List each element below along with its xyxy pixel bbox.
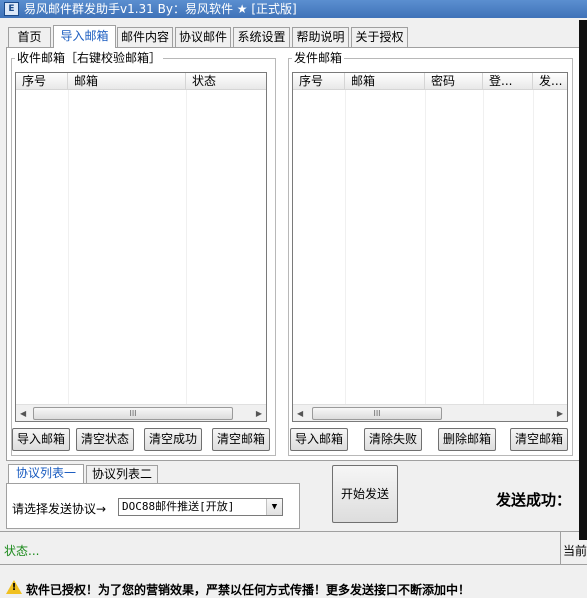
scroll-thumb[interactable]: III — [33, 407, 233, 420]
delete-mailbox-button[interactable]: 删除邮箱 — [438, 428, 496, 451]
clear-send-mailbox-button[interactable]: 清空邮箱 — [510, 428, 568, 451]
scroll-left-arrow-icon[interactable]: ◀ — [297, 409, 303, 418]
protocol-select[interactable]: DOC88邮件推送[开放] ▼ — [118, 498, 283, 516]
receive-list-header: 序号 邮箱 状态 — [16, 73, 266, 90]
column-divider — [425, 90, 426, 404]
warning-icon-mark: ! — [11, 582, 17, 593]
tab-protocol-mail[interactable]: 协议邮件 — [175, 27, 231, 48]
tab-label: 关于授权 — [355, 30, 404, 44]
send-group-title: 发件邮箱 — [292, 51, 345, 65]
column-divider — [483, 90, 484, 404]
send-list-hscrollbar[interactable]: ◀ III ▶ — [293, 404, 567, 421]
tab-label: 协议邮件 — [178, 30, 227, 44]
start-send-button[interactable]: 开始发送 — [332, 465, 398, 523]
protocol-select-value: DOC88邮件推送[开放] — [122, 500, 235, 513]
receive-group-title: 收件邮箱［右键校验邮箱］ — [15, 51, 164, 65]
receive-mailbox-list[interactable]: 序号 邮箱 状态 ◀ III ▶ — [15, 72, 267, 422]
import-send-mailbox-button[interactable]: 导入邮箱 — [290, 428, 348, 451]
send-list-header: 序号 邮箱 密码 登... 发... — [293, 73, 567, 90]
column-header-index[interactable]: 序号 — [293, 73, 345, 90]
scroll-right-arrow-icon[interactable]: ▶ — [557, 409, 563, 418]
tab-label: 首页 — [17, 30, 42, 44]
tab-label: 协议列表一 — [15, 466, 76, 480]
status-right-text: 当前 — [563, 544, 587, 558]
scroll-thumb[interactable]: III — [312, 407, 442, 420]
tab-system-settings[interactable]: 系统设置 — [233, 27, 290, 48]
clear-receive-mailbox-button[interactable]: 清空邮箱 — [212, 428, 270, 451]
column-header-sent[interactable]: 发... — [533, 73, 569, 90]
column-header-index[interactable]: 序号 — [16, 73, 68, 90]
send-mailbox-list[interactable]: 序号 邮箱 密码 登... 发... ◀ III ▶ — [292, 72, 568, 422]
column-divider — [533, 90, 534, 404]
column-header-status[interactable]: 状态 — [186, 73, 268, 90]
column-header-email[interactable]: 邮箱 — [68, 73, 186, 90]
column-header-password[interactable]: 密码 — [425, 73, 483, 90]
license-notice-text: 软件已授权！为了您的营销效果，严禁以任何方式传播！更多发送接口不断添加中！ — [26, 583, 471, 597]
title-bar: E 易风邮件群发助手v1.31 By：易风软件 ★ [正式版] — [0, 0, 587, 18]
tab-about-license[interactable]: 关于授权 — [351, 27, 408, 48]
status-bar: 状态... 当前 — [0, 531, 587, 565]
column-divider — [68, 90, 69, 404]
tab-label: 协议列表二 — [91, 467, 152, 481]
tab-help[interactable]: 帮助说明 — [292, 27, 349, 48]
column-header-email[interactable]: 邮箱 — [345, 73, 425, 90]
protocol-prompt-label: 请选择发送协议→ — [12, 502, 107, 516]
tab-protocol-list-2[interactable]: 协议列表二 — [86, 465, 158, 484]
scroll-left-arrow-icon[interactable]: ◀ — [20, 409, 26, 418]
tab-protocol-list-1[interactable]: 协议列表一 — [8, 464, 84, 485]
tab-home[interactable]: 首页 — [8, 27, 51, 48]
tab-import-mailbox[interactable]: 导入邮箱 — [53, 25, 116, 48]
column-header-login[interactable]: 登... — [483, 73, 533, 90]
clear-status-button[interactable]: 清空状态 — [76, 428, 134, 451]
tab-label: 邮件内容 — [120, 30, 169, 44]
column-divider — [345, 90, 346, 404]
import-receive-mailbox-button[interactable]: 导入邮箱 — [12, 428, 70, 451]
tab-label: 导入邮箱 — [60, 29, 109, 43]
send-success-label: 发送成功： — [496, 491, 572, 509]
window-title: 易风邮件群发助手v1.31 By：易风软件 ★ [正式版] — [24, 2, 297, 16]
tab-mail-content[interactable]: 邮件内容 — [117, 27, 173, 48]
status-divider — [560, 532, 561, 564]
scroll-right-arrow-icon[interactable]: ▶ — [256, 409, 262, 418]
receive-list-hscrollbar[interactable]: ◀ III ▶ — [16, 404, 266, 421]
clear-failed-button[interactable]: 清除失败 — [364, 428, 422, 451]
tab-label: 帮助说明 — [296, 30, 345, 44]
column-divider — [186, 90, 187, 404]
tab-label: 系统设置 — [237, 30, 286, 44]
app-icon: E — [4, 2, 19, 16]
clear-success-button[interactable]: 清空成功 — [144, 428, 202, 451]
status-text: 状态... — [4, 544, 40, 558]
chevron-down-icon[interactable]: ▼ — [266, 499, 282, 515]
window-edge — [579, 20, 587, 540]
